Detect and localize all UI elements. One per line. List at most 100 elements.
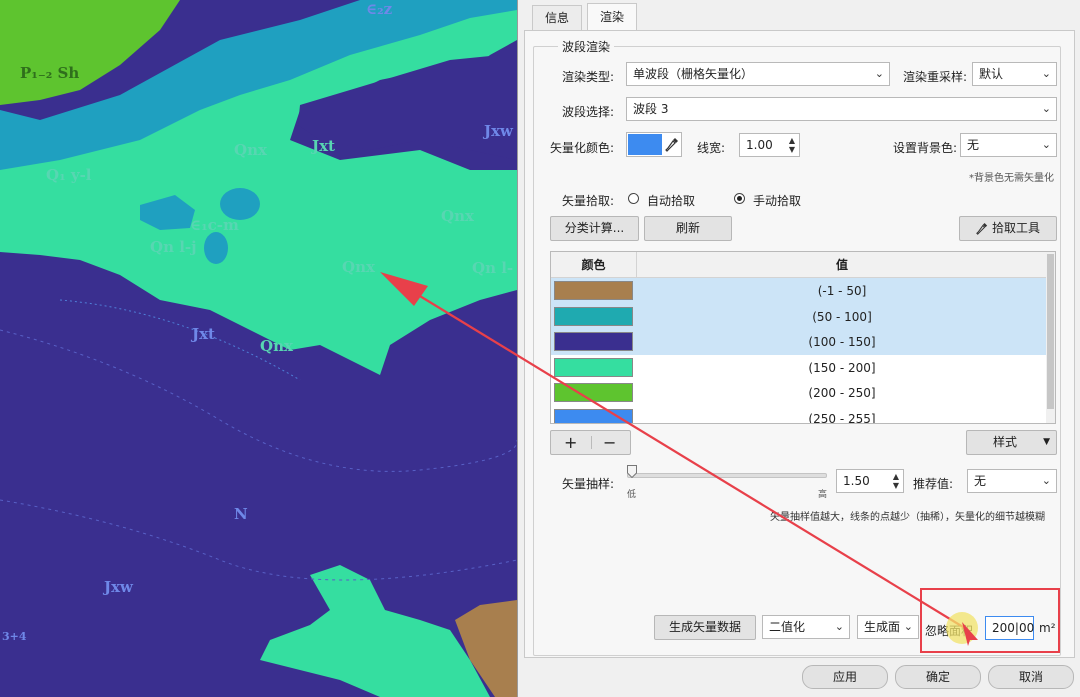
map-label: Qnx: [234, 141, 267, 159]
map-label: N: [234, 505, 248, 523]
table-row[interactable]: (250 - 255]: [551, 406, 1047, 424]
binarize-select[interactable]: 二值化 ⌄: [762, 615, 850, 639]
chevron-down-icon: ⌄: [874, 67, 884, 80]
class-value: (200 - 250]: [808, 386, 876, 401]
map-label: Jxw: [484, 122, 513, 140]
apply-button[interactable]: 应用: [802, 665, 888, 689]
map-label: 3+4: [2, 630, 27, 643]
table-row[interactable]: (100 - 150]: [551, 329, 1047, 355]
line-width-value: 1.00: [746, 138, 773, 152]
map-label: ∈₁c-m: [190, 216, 239, 234]
bg-note: *背景色无需矢量化: [969, 173, 1054, 184]
class-value: (-1 - 50]: [817, 284, 867, 298]
line-width-spinner[interactable]: 1.00 ▲ ▼: [739, 133, 800, 157]
col-header-value: 值: [835, 258, 848, 272]
binarize-value: 二值化: [769, 620, 806, 634]
map-label: Qn l-: [472, 259, 514, 277]
vector-color-picker[interactable]: [626, 132, 682, 157]
map-label: Qn l-j: [150, 238, 197, 256]
tab-bar: 信息 渲染: [518, 0, 1080, 31]
class-color-swatch[interactable]: [554, 281, 633, 300]
class-color-swatch[interactable]: [554, 409, 633, 423]
class-color-swatch[interactable]: [554, 306, 633, 326]
table-row[interactable]: (200 - 250]: [551, 380, 1047, 406]
spinner-arrows-icon[interactable]: ▲ ▼: [893, 472, 899, 490]
class-color-swatch[interactable]: [554, 357, 633, 377]
slider-low-label: 低: [627, 490, 637, 500]
slider-high-label: 高: [818, 490, 828, 500]
map-label: Qnx: [342, 258, 375, 276]
cancel-button[interactable]: 取消: [988, 665, 1074, 689]
table-row[interactable]: (50 - 100]: [551, 303, 1047, 330]
map-label: Qnx: [441, 207, 474, 225]
sample-slider-track[interactable]: [627, 473, 827, 478]
scrollbar-thumb[interactable]: [1047, 254, 1054, 409]
eyedropper-icon: [665, 138, 678, 152]
highlight-box: [920, 588, 1060, 653]
recommend-select[interactable]: 无 ⌄: [967, 469, 1057, 493]
chevron-down-icon: ⌄: [903, 620, 913, 633]
table-header: 颜色 值: [551, 252, 1047, 278]
chevron-down-icon: ⌄: [1041, 67, 1051, 80]
eyedropper-icon: [976, 223, 988, 235]
radio-selected-dot: [737, 196, 742, 201]
sample-spinner[interactable]: 1.50 ▲ ▼: [836, 469, 904, 493]
line-width-label: 线宽:: [697, 141, 726, 155]
generate-vector-button[interactable]: 生成矢量数据: [654, 615, 756, 640]
classify-button[interactable]: 分类计算...: [550, 216, 639, 241]
geometry-value: 生成面: [864, 620, 901, 634]
add-remove-group: + −: [550, 430, 631, 455]
pick-manual-label: 手动拾取: [753, 194, 802, 208]
map-label: Jxw: [104, 578, 133, 596]
spinner-arrows-icon[interactable]: ▲ ▼: [789, 136, 795, 154]
table-row[interactable]: (150 - 200]: [551, 355, 1047, 381]
geometry-select[interactable]: 生成面 ⌄: [857, 615, 919, 639]
chevron-down-icon: ⌄: [1041, 474, 1051, 487]
class-value: (250 - 255]: [808, 412, 876, 424]
pick-tool-label: 拾取工具: [992, 221, 1041, 235]
pick-tool-button[interactable]: 拾取工具: [959, 216, 1057, 241]
refresh-button[interactable]: 刷新: [644, 216, 732, 241]
class-table[interactable]: 颜色 值 (-1 - 50] (50 - 100] (100 - 150] (150 …: [550, 251, 1056, 424]
table-row[interactable]: (-1 - 50]: [551, 278, 1047, 304]
sample-label: 矢量抽样:: [562, 477, 615, 491]
class-color-swatch[interactable]: [554, 383, 633, 403]
chevron-down-icon: ⌄: [1041, 138, 1051, 151]
remove-class-button[interactable]: −: [603, 431, 616, 454]
map-label: ∈₂z: [366, 0, 393, 18]
col-header-color: 颜色: [551, 252, 637, 278]
map-label: Q₁ y-l: [46, 166, 92, 184]
style-dropdown-button[interactable]: 样式 ▼: [966, 430, 1057, 455]
caret-down-icon: ▼: [1043, 437, 1050, 447]
map-view[interactable]: P₁₋₂ Sh ∈₂z Q₁ y-l Qnx Jxt Jxw ∈₁c-m Qn …: [0, 0, 517, 697]
pick-label: 矢量拾取:: [562, 194, 615, 208]
resample-label: 渲染重采样:: [903, 70, 968, 84]
sample-slider-thumb[interactable]: [627, 465, 637, 478]
bg-color-label: 设置背景色:: [893, 141, 958, 155]
style-label: 样式: [993, 435, 1018, 449]
ok-button[interactable]: 确定: [895, 665, 981, 689]
map-canvas: [0, 0, 517, 697]
render-type-label: 渲染类型:: [562, 70, 615, 84]
tab-info[interactable]: 信息: [532, 5, 583, 30]
radio-auto-pick[interactable]: [628, 193, 639, 204]
band-select[interactable]: 波段 3 ⌄: [626, 97, 1057, 121]
render-type-select[interactable]: 单波段（栅格矢量化） ⌄: [626, 62, 890, 86]
pick-auto-label: 自动拾取: [647, 194, 696, 208]
table-scrollbar[interactable]: [1046, 252, 1055, 423]
add-class-button[interactable]: +: [564, 431, 577, 454]
chevron-down-icon: ⌄: [834, 620, 844, 633]
class-value: (50 - 100]: [812, 309, 872, 324]
group-title: 波段渲染: [558, 38, 615, 55]
resample-select[interactable]: 默认 ⌄: [972, 62, 1057, 86]
vector-color-label: 矢量化颜色:: [550, 141, 615, 155]
recommend-label: 推荐值:: [913, 477, 954, 491]
bg-color-select[interactable]: 无 ⌄: [960, 133, 1057, 157]
class-value: (100 - 150]: [808, 335, 876, 350]
sample-value: 1.50: [843, 474, 870, 488]
map-label: Jxt: [312, 137, 335, 155]
radio-manual-pick[interactable]: [734, 193, 745, 204]
tab-render[interactable]: 渲染: [587, 3, 638, 31]
map-label: Qnx: [260, 337, 293, 355]
class-color-swatch[interactable]: [554, 332, 633, 352]
